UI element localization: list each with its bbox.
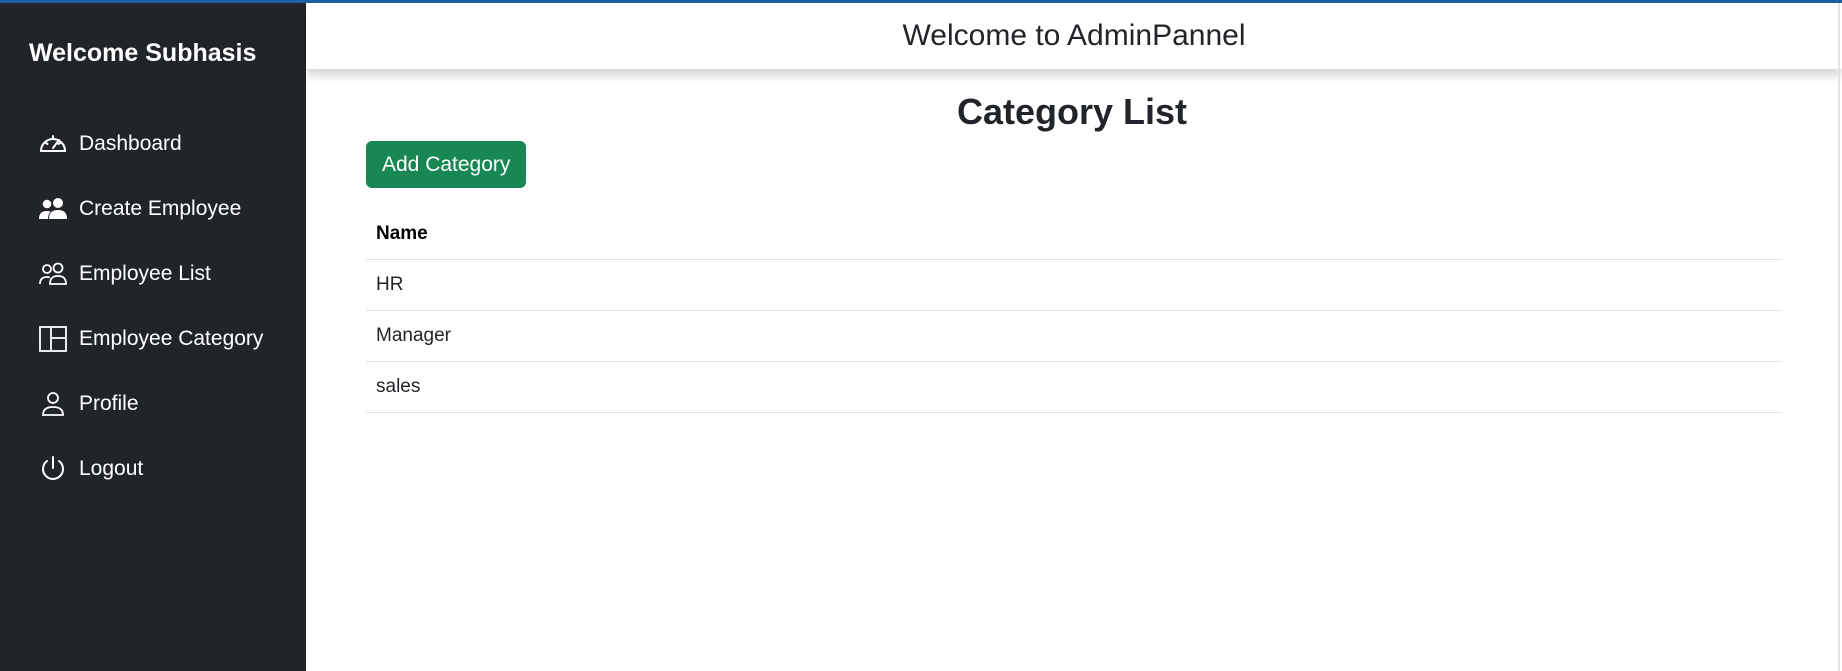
people-fill-icon <box>38 194 70 224</box>
sidebar-item-create-employee[interactable]: Create Employee <box>0 176 306 241</box>
top-header: Welcome to AdminPannel <box>306 3 1842 69</box>
layout-columns-icon <box>38 324 70 354</box>
main-content: Category List Add Category Name HR Manag… <box>306 69 1842 671</box>
power-icon <box>38 454 70 484</box>
sidebar-brand: Welcome Subhasis <box>29 39 257 67</box>
sidebar-item-employee-list[interactable]: Employee List <box>0 241 306 306</box>
table-cell-name: HR <box>366 259 1781 311</box>
add-category-button[interactable]: Add Category <box>366 141 527 188</box>
table-cell-name: Manager <box>366 310 1781 362</box>
table-header-row: Name <box>366 209 1781 260</box>
sidebar-item-label: Employee List <box>79 261 211 285</box>
page-title: Category List <box>956 91 1188 132</box>
sidebar-item-label: Employee Category <box>79 326 264 350</box>
sidebar-item-label: Logout <box>79 456 144 480</box>
sidebar: Welcome Subhasis Dashboard Create Employ… <box>0 3 306 671</box>
sidebar-item-employee-category[interactable]: Employee Category <box>0 306 306 371</box>
sidebar-item-label: Create Employee <box>79 196 242 220</box>
category-table: Name HR Manager sales <box>366 209 1781 413</box>
sidebar-item-dashboard[interactable]: Dashboard <box>0 111 306 176</box>
sidebar-item-profile[interactable]: Profile <box>0 371 306 436</box>
table-row: HR <box>366 259 1781 311</box>
sidebar-item-label: Dashboard <box>79 131 182 155</box>
speedometer-icon <box>38 129 70 159</box>
sidebar-item-label: Profile <box>79 391 139 415</box>
sidebar-nav: Dashboard Create Employee Employee List … <box>0 111 306 501</box>
table-row: Manager <box>366 310 1781 362</box>
table-row: sales <box>366 361 1781 413</box>
people-outline-icon <box>38 259 70 289</box>
column-header-name: Name <box>366 209 1781 260</box>
sidebar-item-logout[interactable]: Logout <box>0 436 306 501</box>
header-title: Welcome to AdminPannel <box>902 19 1246 52</box>
person-icon <box>38 389 70 419</box>
table-cell-name: sales <box>366 361 1781 413</box>
